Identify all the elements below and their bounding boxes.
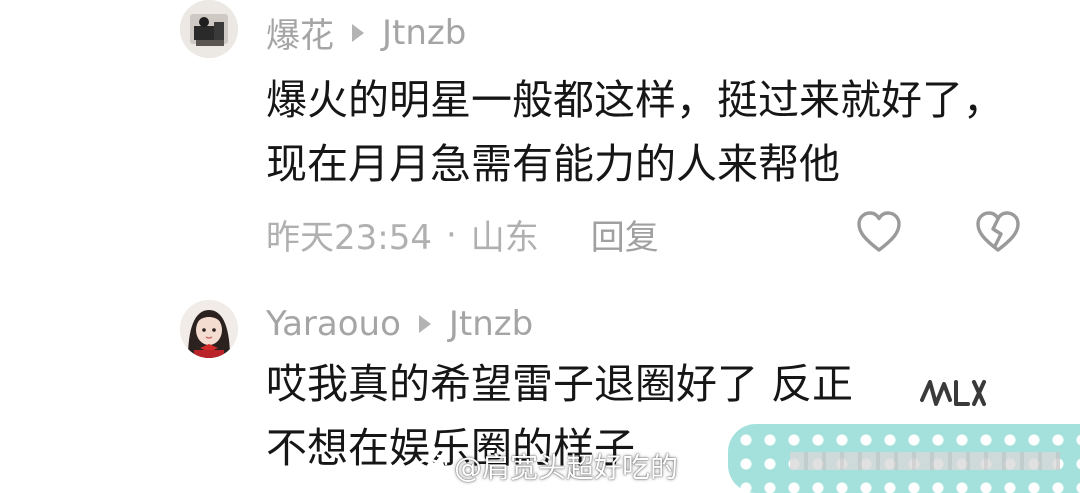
- meta-separator: ·: [445, 214, 457, 255]
- reply-to-username[interactable]: Jtnzb: [382, 13, 466, 53]
- watermark-blurred-bar: [790, 452, 1060, 470]
- comment-text-line: 哎我真的希望雷子退圈好了 反正: [266, 360, 854, 408]
- comment-time: 昨天23:54: [266, 218, 432, 258]
- reply-arrow-icon: [352, 23, 364, 42]
- user-avatar[interactable]: [180, 300, 238, 358]
- reply-arrow-icon: [418, 315, 431, 333]
- avatar-dark-figure-icon: [180, 0, 238, 58]
- comment-list: 爆花 Jtnzb 爆火的明星一般都这样，挺过来就好了， 现在月月急需有能力的人来…: [0, 0, 1080, 493]
- user-avatar[interactable]: [180, 0, 238, 58]
- broken-heart-icon[interactable]: [975, 210, 1021, 254]
- reply-to-username[interactable]: Jtnzb: [449, 304, 533, 344]
- watermark-text: @肩宽头超好吃的: [454, 451, 679, 484]
- comment-text: 爆火的明星一般都这样，挺过来就好了， 现在月月急需有能力的人来帮他: [266, 68, 1004, 196]
- comment-text-line: 爆火的明星一般都这样，挺过来就好了，: [266, 76, 1004, 124]
- avatar-girl-icon: [180, 300, 238, 358]
- heart-outline-icon[interactable]: [856, 210, 902, 254]
- comment-header: Yaraouo Jtnzb: [266, 304, 533, 344]
- reply-button[interactable]: 回复: [591, 210, 659, 259]
- comment-location: 山东: [470, 218, 539, 258]
- watermark-sticker-icon: [916, 370, 992, 418]
- comment-meta: 昨天23:54 · 山东 回复: [266, 210, 659, 259]
- comment-text-line: 现在月月急需有能力的人来帮他: [266, 140, 840, 188]
- watermark: @肩宽头超好吃的: [414, 446, 678, 486]
- weibo-logo-icon: [414, 454, 448, 480]
- username[interactable]: Yaraouo: [266, 304, 401, 344]
- comment-header: 爆花 Jtnzb: [266, 8, 466, 57]
- comment-item: 爆花 Jtnzb 爆火的明星一般都这样，挺过来就好了， 现在月月急需有能力的人来…: [0, 0, 1080, 290]
- username[interactable]: 爆花: [266, 8, 334, 57]
